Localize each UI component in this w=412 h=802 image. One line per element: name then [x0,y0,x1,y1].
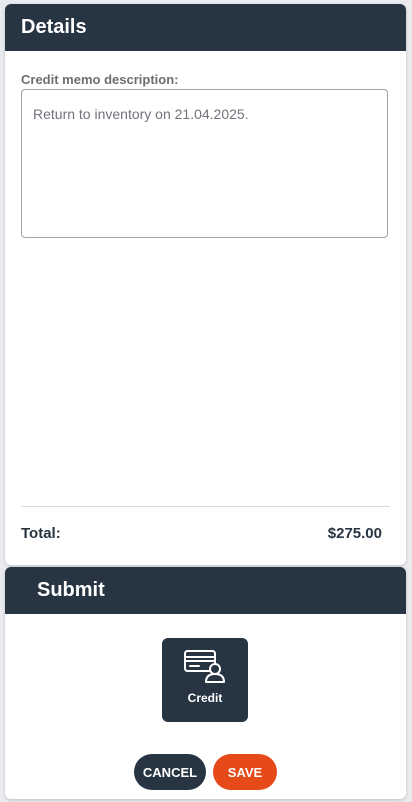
total-value: $275.00 [327,525,382,542]
details-title: Details [21,16,87,38]
details-card: Details Credit memo description: Return … [5,4,406,565]
cancel-button[interactable]: CANCEL [134,754,206,790]
credit-card-user-icon [184,650,225,683]
credit-option-tile[interactable]: Credit [162,638,248,722]
save-button[interactable]: SAVE [213,754,277,790]
total-label: Total: [21,525,61,542]
submit-header: Submit [5,567,406,614]
credit-tile-label: Credit [187,691,223,705]
total-divider [21,506,390,507]
memo-description-input[interactable]: Return to inventory on 21.04.2025. [21,89,388,238]
details-header: Details [5,4,406,51]
memo-description-label: Credit memo description: [21,72,179,87]
submit-title: Submit [37,579,105,601]
submit-card: Submit Credit CANCEL SAVE [5,567,406,799]
